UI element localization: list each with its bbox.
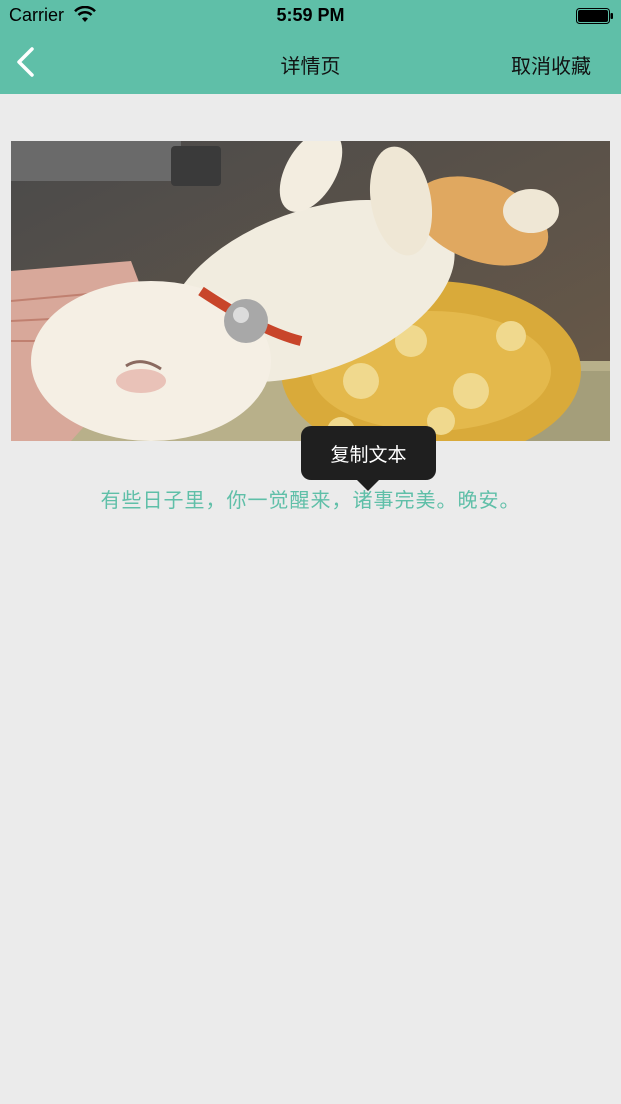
tooltip-arrow [356,479,380,491]
header: Carrier 5:59 PM 详情页 取消收藏 [0,0,621,94]
unfavorite-button[interactable]: 取消收藏 [511,50,591,79]
caption-text[interactable]: 有些日子里，你一觉醒来，诸事完美。晚安。 [0,484,621,513]
nav-bar: 详情页 取消收藏 [0,32,621,94]
status-time: 5:59 PM [276,5,345,25]
status-bar: Carrier 5:59 PM [0,0,621,32]
battery-icon [576,8,613,24]
cat-photo [11,141,610,441]
copy-text-menu-item[interactable]: 复制文本 [301,426,436,480]
